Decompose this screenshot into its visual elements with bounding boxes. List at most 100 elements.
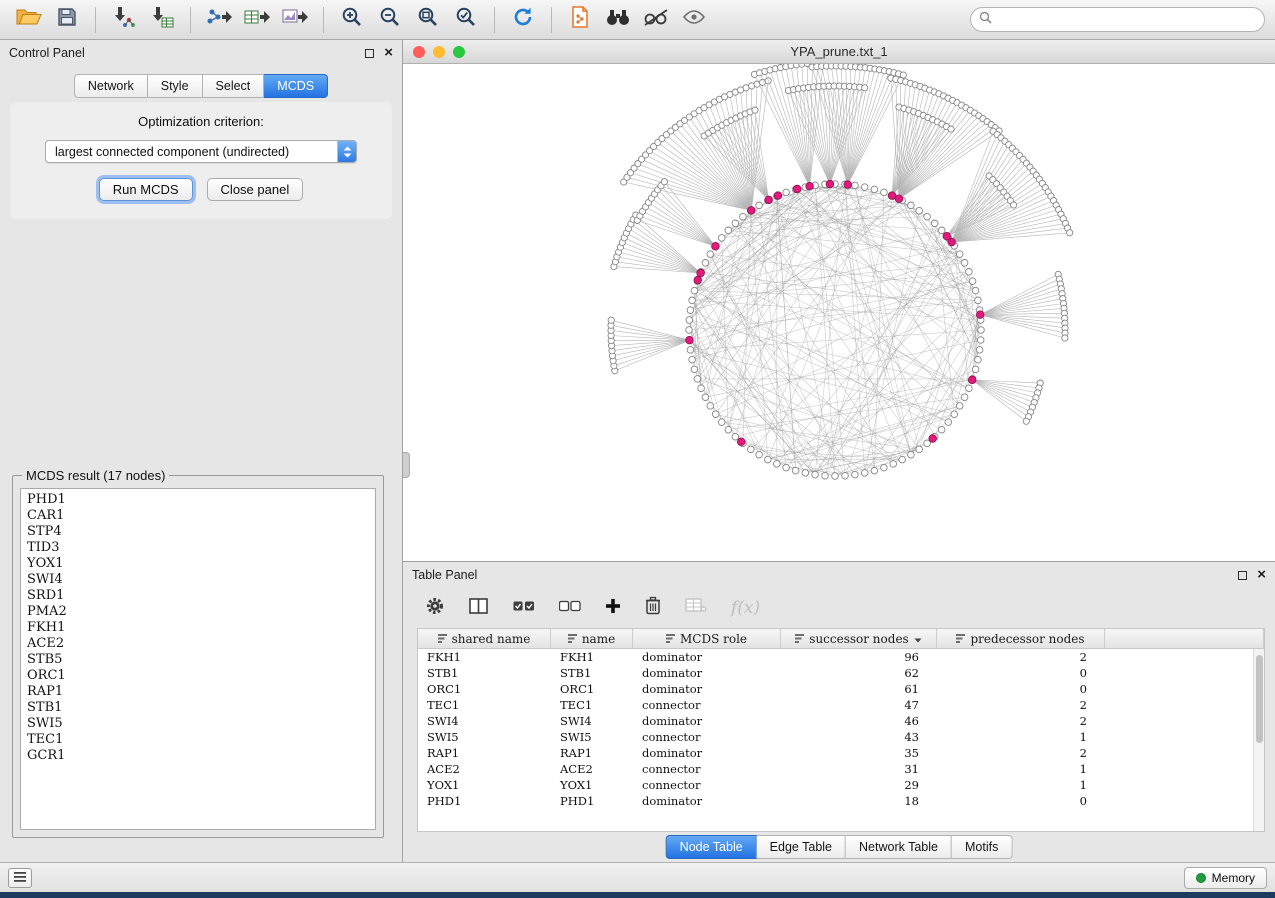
network-window-titlebar[interactable]: YPA_prune.txt_1: [403, 40, 1275, 64]
table-cell[interactable]: [1105, 649, 1264, 665]
table-cell[interactable]: RAP1: [551, 745, 633, 761]
mcds-result-item[interactable]: YOX1: [27, 556, 369, 572]
add-column-button[interactable]: [605, 598, 621, 619]
table-cell[interactable]: 2: [937, 697, 1105, 713]
show-columns-button[interactable]: [469, 597, 489, 620]
mcds-result-item[interactable]: TEC1: [27, 732, 369, 748]
mcds-result-item[interactable]: FKH1: [27, 620, 369, 636]
export-table-button[interactable]: [238, 4, 276, 36]
table-cell[interactable]: SWI5: [551, 729, 633, 745]
table-row[interactable]: FKH1FKH1dominator962: [418, 649, 1264, 665]
table-cell[interactable]: [1105, 665, 1264, 681]
table-cell[interactable]: dominator: [633, 649, 781, 665]
tab-motifs[interactable]: Motifs: [952, 835, 1012, 859]
table-cell[interactable]: 18: [781, 793, 937, 809]
table-cell[interactable]: STB1: [551, 665, 633, 681]
table-row[interactable]: ORC1ORC1dominator610: [418, 681, 1264, 697]
table-cell[interactable]: 43: [781, 729, 937, 745]
mcds-result-item[interactable]: CAR1: [27, 508, 369, 524]
table-cell[interactable]: dominator: [633, 713, 781, 729]
table-cell[interactable]: ORC1: [418, 681, 551, 697]
mcds-result-item[interactable]: STP4: [27, 524, 369, 540]
table-cell[interactable]: 0: [937, 681, 1105, 697]
table-cell[interactable]: 96: [781, 649, 937, 665]
table-row[interactable]: STB1STB1dominator620: [418, 665, 1264, 681]
table-settings-button[interactable]: [425, 596, 445, 621]
table-cell[interactable]: [1105, 777, 1264, 793]
table-cell[interactable]: STB1: [418, 665, 551, 681]
table-cell[interactable]: connector: [633, 761, 781, 777]
table-cell[interactable]: dominator: [633, 793, 781, 809]
zoom-out-button[interactable]: [371, 4, 409, 36]
table-cell[interactable]: 47: [781, 697, 937, 713]
column-header-mcds-role[interactable]: MCDS role: [633, 629, 781, 648]
import-table-button[interactable]: [143, 4, 181, 36]
close-table-panel-icon[interactable]: ×: [1257, 570, 1266, 580]
table-row[interactable]: TEC1TEC1connector472: [418, 697, 1264, 713]
table-row[interactable]: PHD1PHD1dominator180: [418, 793, 1264, 809]
table-cell[interactable]: 0: [937, 665, 1105, 681]
network-canvas[interactable]: [403, 64, 1275, 561]
table-cell[interactable]: [1105, 729, 1264, 745]
table-cell[interactable]: 2: [937, 713, 1105, 729]
column-header-predecessor-nodes[interactable]: predecessor nodes: [937, 629, 1105, 648]
mcds-result-list[interactable]: PHD1CAR1STP4TID3YOX1SWI4SRD1PMA2FKH1ACE2…: [20, 488, 376, 830]
refresh-layout-button[interactable]: [504, 4, 542, 36]
table-cell[interactable]: ACE2: [551, 761, 633, 777]
table-cell[interactable]: 2: [937, 649, 1105, 665]
close-window-icon[interactable]: [413, 46, 425, 58]
close-panel-icon[interactable]: ×: [384, 48, 393, 58]
zoom-selected-button[interactable]: [447, 4, 485, 36]
copy-document-button[interactable]: [561, 4, 599, 36]
mcds-result-item[interactable]: STB5: [27, 652, 369, 668]
mcds-result-item[interactable]: ACE2: [27, 636, 369, 652]
table-cell[interactable]: ORC1: [551, 681, 633, 697]
table-cell[interactable]: [1105, 761, 1264, 777]
column-header-name[interactable]: name: [551, 629, 633, 648]
deselect-all-columns-button[interactable]: [559, 599, 581, 617]
tab-network-table[interactable]: Network Table: [846, 835, 952, 859]
table-cell[interactable]: connector: [633, 729, 781, 745]
search-network-button[interactable]: [599, 4, 637, 36]
table-cell[interactable]: [1105, 713, 1264, 729]
table-cell[interactable]: 29: [781, 777, 937, 793]
table-cell[interactable]: SWI4: [551, 713, 633, 729]
show-all-button[interactable]: [675, 4, 713, 36]
table-cell[interactable]: 62: [781, 665, 937, 681]
tab-select[interactable]: Select: [203, 74, 265, 98]
export-image-button[interactable]: [276, 4, 314, 36]
search-input[interactable]: [997, 13, 1256, 27]
table-cell[interactable]: TEC1: [418, 697, 551, 713]
task-history-button[interactable]: [8, 868, 32, 888]
table-cell[interactable]: [1105, 793, 1264, 809]
tab-mcds[interactable]: MCDS: [264, 74, 328, 98]
table-cell[interactable]: ACE2: [418, 761, 551, 777]
open-file-button[interactable]: [10, 4, 48, 36]
table-cell[interactable]: FKH1: [418, 649, 551, 665]
table-cell[interactable]: [1105, 681, 1264, 697]
table-vertical-scrollbar[interactable]: [1253, 649, 1264, 831]
mcds-result-item[interactable]: SWI4: [27, 572, 369, 588]
tab-edge-table[interactable]: Edge Table: [757, 835, 846, 859]
table-cell[interactable]: SWI5: [418, 729, 551, 745]
table-cell[interactable]: connector: [633, 697, 781, 713]
table-cell[interactable]: YOX1: [551, 777, 633, 793]
table-row[interactable]: ACE2ACE2connector311: [418, 761, 1264, 777]
table-row[interactable]: RAP1RAP1dominator352: [418, 745, 1264, 761]
tab-style[interactable]: Style: [148, 74, 203, 98]
table-row[interactable]: SWI4SWI4dominator462: [418, 713, 1264, 729]
table-cell[interactable]: [1105, 697, 1264, 713]
zoom-fit-button[interactable]: [409, 4, 447, 36]
table-cell[interactable]: dominator: [633, 681, 781, 697]
minimize-window-icon[interactable]: [433, 46, 445, 58]
save-session-button[interactable]: [48, 4, 86, 36]
import-network-button[interactable]: [105, 4, 143, 36]
hide-selected-button[interactable]: [637, 4, 675, 36]
mcds-result-item[interactable]: ORC1: [27, 668, 369, 684]
float-table-panel-icon[interactable]: [1238, 571, 1247, 580]
memory-button[interactable]: Memory: [1184, 867, 1267, 889]
table-cell[interactable]: dominator: [633, 745, 781, 761]
table-row[interactable]: SWI5SWI5connector431: [418, 729, 1264, 745]
column-header-shared-name[interactable]: shared name: [418, 629, 551, 648]
criterion-select[interactable]: largest connected component (undirected): [45, 140, 357, 163]
